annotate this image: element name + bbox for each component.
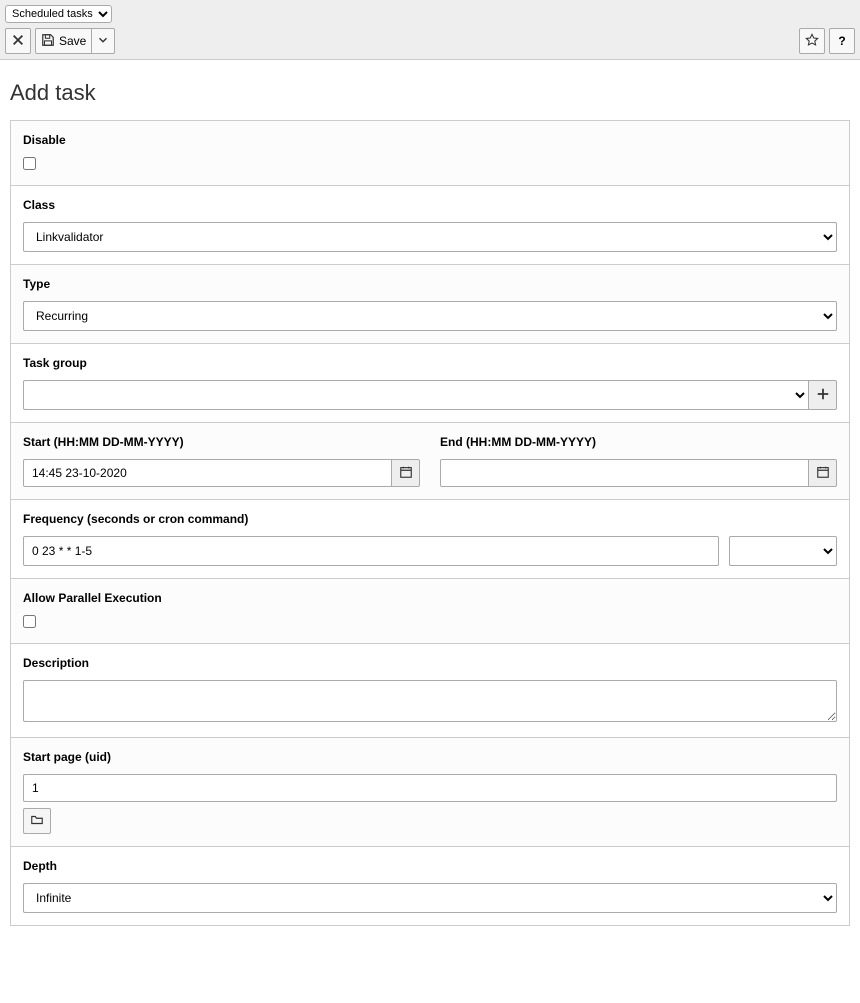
section-dates: Start (HH:MM DD-MM-YYYY) End (HH:MM DD-M… — [11, 423, 849, 500]
col-end: End (HH:MM DD-MM-YYYY) — [440, 435, 837, 487]
action-right: ? — [799, 28, 855, 54]
calendar-icon — [399, 465, 413, 482]
save-button[interactable]: Save — [35, 28, 92, 54]
depth-select[interactable]: Infinite — [23, 883, 837, 913]
frequency-preset-select[interactable] — [729, 536, 837, 566]
class-select[interactable]: Linkvalidator — [23, 222, 837, 252]
section-class: Class Linkvalidator — [11, 186, 849, 265]
save-icon — [41, 33, 55, 50]
help-icon: ? — [838, 34, 845, 48]
startpage-browse-button[interactable] — [23, 808, 51, 834]
parallel-checkbox[interactable] — [23, 615, 36, 628]
description-textarea[interactable] — [23, 680, 837, 722]
section-startpage: Start page (uid) — [11, 738, 849, 847]
label-description: Description — [23, 656, 837, 670]
action-left: Save — [5, 28, 115, 54]
bookmark-button[interactable] — [799, 28, 825, 54]
label-frequency: Frequency (seconds or cron command) — [23, 512, 837, 526]
end-input[interactable] — [440, 459, 809, 487]
end-date-picker-button[interactable] — [809, 459, 837, 487]
section-type: Type Recurring — [11, 265, 849, 344]
section-depth: Depth Infinite — [11, 847, 849, 925]
frequency-input[interactable] — [23, 536, 719, 566]
disable-checkbox[interactable] — [23, 157, 36, 170]
close-button[interactable] — [5, 28, 31, 54]
label-class: Class — [23, 198, 837, 212]
form-panel: Disable Class Linkvalidator Type Recurri… — [10, 120, 850, 926]
top-toolbar: Scheduled tasks Save — [0, 0, 860, 60]
star-icon — [805, 33, 819, 50]
label-taskgroup: Task group — [23, 356, 837, 370]
module-select[interactable]: Scheduled tasks — [5, 5, 112, 23]
help-button[interactable]: ? — [829, 28, 855, 54]
content: Add task Disable Class Linkvalidator Typ… — [0, 60, 860, 936]
label-start: Start (HH:MM DD-MM-YYYY) — [23, 435, 420, 449]
label-end: End (HH:MM DD-MM-YYYY) — [440, 435, 837, 449]
taskgroup-add-button[interactable] — [809, 380, 837, 410]
section-description: Description — [11, 644, 849, 738]
type-select[interactable]: Recurring — [23, 301, 837, 331]
close-icon — [11, 33, 25, 50]
label-parallel: Allow Parallel Execution — [23, 591, 837, 605]
folder-icon — [30, 813, 44, 830]
calendar-icon — [816, 465, 830, 482]
label-depth: Depth — [23, 859, 837, 873]
section-parallel: Allow Parallel Execution — [11, 579, 849, 644]
section-disable: Disable — [11, 121, 849, 186]
page-title: Add task — [10, 80, 850, 106]
section-taskgroup: Task group — [11, 344, 849, 423]
label-disable: Disable — [23, 133, 837, 147]
label-type: Type — [23, 277, 837, 291]
startpage-input[interactable] — [23, 774, 837, 802]
save-label: Save — [59, 34, 86, 48]
col-start: Start (HH:MM DD-MM-YYYY) — [23, 435, 420, 487]
start-date-picker-button[interactable] — [392, 459, 420, 487]
taskgroup-select[interactable] — [23, 380, 809, 410]
plus-icon — [816, 387, 830, 404]
section-frequency: Frequency (seconds or cron command) — [11, 500, 849, 579]
label-startpage: Start page (uid) — [23, 750, 837, 764]
save-button-group: Save — [35, 28, 115, 54]
chevron-down-icon — [96, 33, 110, 50]
start-input[interactable] — [23, 459, 392, 487]
save-dropdown-button[interactable] — [92, 28, 115, 54]
